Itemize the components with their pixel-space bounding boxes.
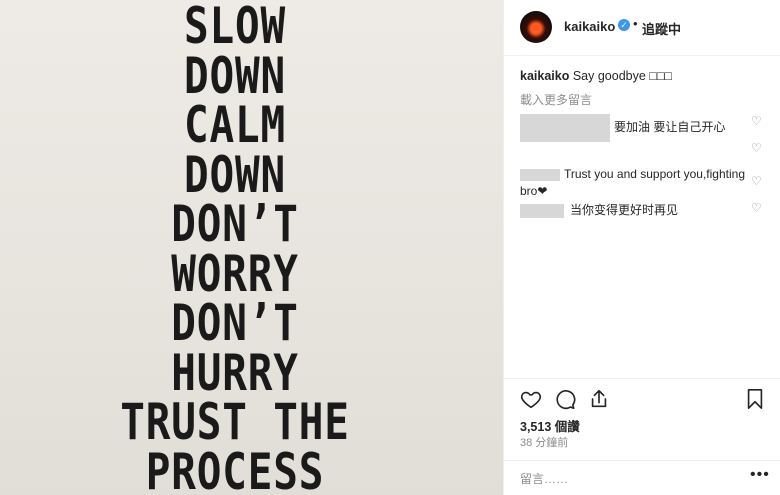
comment-text: 当你变得更好时再见 (570, 203, 679, 217)
blurred-username (520, 203, 564, 218)
comment-item: Trust you and support you,fighting bro❤ (520, 166, 750, 200)
avatar[interactable] (520, 11, 552, 43)
header-username[interactable]: kaikaiko (564, 19, 615, 34)
following-button[interactable]: 追蹤中 (642, 19, 681, 38)
heart-icon[interactable]: ♡ (751, 174, 762, 188)
poster-line: DOWN (183, 46, 287, 105)
poster-line: DON’T (171, 195, 299, 253)
post-actions: 3,513 個讚 38 分鐘前 (504, 378, 780, 449)
like-count[interactable]: 3,513 個讚 (520, 416, 580, 435)
load-more-comments[interactable]: 載入更多留言 (520, 91, 592, 108)
share-icon[interactable] (588, 388, 610, 414)
poster-line: PROCESS (145, 442, 325, 495)
separator-dot: • (633, 16, 638, 31)
heart-icon[interactable]: ♡ (751, 114, 762, 128)
post-timestamp[interactable]: 38 分鐘前 (520, 434, 568, 450)
instagram-post: SLOW DOWN CALM DOWN DON’T WORRY DON’T HU… (0, 0, 780, 495)
poster-line: DON’T (171, 294, 299, 352)
comment-text: 要加油 要让自己开心 (614, 120, 726, 135)
post-header: kaikaiko ✓ • 追蹤中 (504, 0, 780, 56)
post-sidebar: kaikaiko ✓ • 追蹤中 kaikaiko Say goodbye □□… (503, 0, 780, 495)
poster-line: WORRY (171, 244, 299, 303)
poster-line: SLOW (183, 0, 287, 55)
comment-item: 要加油 要让自己开心 (520, 114, 750, 142)
more-options-icon[interactable]: ••• (750, 466, 770, 484)
add-comment-input[interactable]: 留言…… (520, 470, 568, 487)
caption: kaikaiko Say goodbye □□□ (520, 69, 672, 83)
caption-username[interactable]: kaikaiko (520, 69, 569, 83)
post-image[interactable]: SLOW DOWN CALM DOWN DON’T WORRY DON’T HU… (0, 0, 503, 495)
heart-icon[interactable] (520, 388, 542, 414)
heart-icon[interactable]: ♡ (751, 141, 762, 155)
poster-line: CALM (183, 96, 287, 154)
add-comment-bar: 留言…… ••• (504, 460, 780, 495)
verified-icon: ✓ (618, 19, 630, 31)
comment-item: 当你变得更好时再见 (520, 202, 750, 219)
poster-line: TRUST THE (120, 393, 350, 451)
poster-line: DOWN (183, 145, 287, 204)
comment-icon[interactable] (554, 388, 576, 414)
blurred-username (520, 114, 610, 142)
heart-icon[interactable]: ♡ (751, 201, 762, 215)
blurred-username (520, 168, 560, 181)
bookmark-icon[interactable] (744, 388, 766, 414)
poster-text: SLOW DOWN CALM DOWN DON’T WORRY DON’T HU… (0, 0, 470, 495)
poster-line: HURRY (171, 343, 299, 402)
caption-text: Say goodbye □□□ (572, 69, 672, 83)
